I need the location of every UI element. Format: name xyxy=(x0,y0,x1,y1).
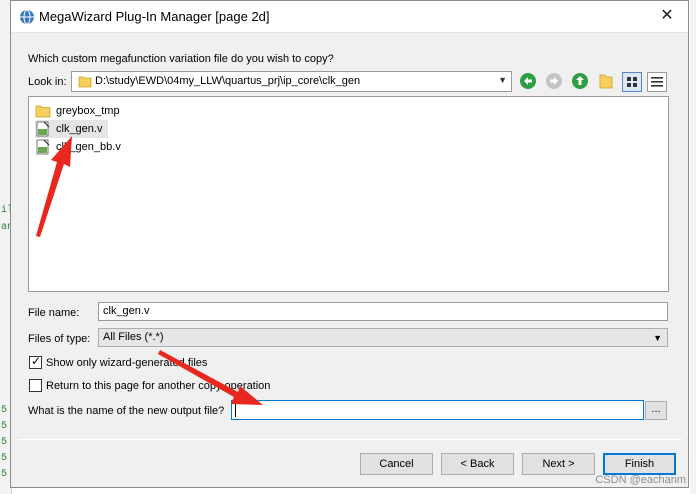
new-folder-icon[interactable] xyxy=(598,72,618,92)
file-name-text: clk_gen.v xyxy=(56,123,103,135)
output-file-input[interactable] xyxy=(231,400,644,420)
watermark: CSDN @eachanm xyxy=(595,474,686,486)
chevron-down-icon[interactable]: ▼ xyxy=(498,75,507,85)
show-only-wizard-checkbox[interactable] xyxy=(29,354,42,369)
back-button[interactable]: < Back xyxy=(441,453,514,475)
list-item[interactable]: greybox_tmp xyxy=(35,102,126,120)
background-text: 5 xyxy=(1,453,8,464)
return-to-page-label: Return to this page for another copy ope… xyxy=(46,380,271,392)
folder-icon xyxy=(35,103,51,119)
cancel-button[interactable]: Cancel xyxy=(360,453,433,475)
file-name-input[interactable]: clk_gen.v xyxy=(98,302,668,321)
finish-button[interactable]: Finish xyxy=(603,453,676,475)
look-in-label: Look in: xyxy=(28,76,67,88)
folder-icon xyxy=(78,75,92,91)
up-folder-icon[interactable] xyxy=(571,72,591,92)
return-to-page-checkbox[interactable] xyxy=(29,379,42,392)
list-item[interactable]: clk_gen_bb.v xyxy=(35,138,127,156)
files-of-type-select[interactable]: All Files (*.*) ▼ xyxy=(98,328,668,347)
list-view-icon[interactable] xyxy=(622,72,642,92)
forward-arrow-icon[interactable] xyxy=(545,72,565,92)
list-item[interactable]: clk_gen.v xyxy=(35,120,109,138)
background-text: 5 xyxy=(1,405,8,416)
file-name-text: greybox_tmp xyxy=(56,105,120,117)
background-text: 5 xyxy=(1,469,8,480)
files-of-type-label: Files of type: xyxy=(28,333,91,345)
back-arrow-icon[interactable] xyxy=(519,72,539,92)
file-name-label: File name: xyxy=(28,307,80,319)
background-text: 5 xyxy=(1,437,8,448)
megawizard-dialog: MegaWizard Plug-In Manager [page 2d] ✕ W… xyxy=(10,0,689,488)
close-icon[interactable]: ✕ xyxy=(656,6,678,26)
divider xyxy=(18,439,682,440)
file-list[interactable]: greybox_tmp clk_gen.v clk_gen_bb.v xyxy=(28,96,669,292)
verilog-file-icon xyxy=(35,121,51,137)
background-window-strip-right xyxy=(690,0,696,494)
details-view-icon[interactable] xyxy=(647,72,667,92)
next-button[interactable]: Next > xyxy=(522,453,595,475)
output-file-label: What is the name of the new output file? xyxy=(28,405,225,417)
files-of-type-value: All Files (*.*) xyxy=(103,331,164,343)
app-globe-icon xyxy=(19,9,35,28)
browse-button[interactable]: ... xyxy=(645,401,667,420)
background-text: 5 xyxy=(1,421,8,432)
title-bar: MegaWizard Plug-In Manager [page 2d] ✕ xyxy=(11,1,688,33)
look-in-path: D:\study\EWD\04my_LLW\quartus_prj\ip_cor… xyxy=(95,75,361,87)
text-caret xyxy=(235,404,236,417)
chevron-down-icon: ▼ xyxy=(653,333,662,343)
verilog-file-icon xyxy=(35,139,51,155)
file-name-text: clk_gen_bb.v xyxy=(56,141,121,153)
look-in-combo[interactable]: D:\study\EWD\04my_LLW\quartus_prj\ip_cor… xyxy=(71,71,512,92)
show-only-wizard-label: Show only wizard-generated files xyxy=(46,357,208,369)
copy-prompt: Which custom megafunction variation file… xyxy=(28,53,334,65)
window-title: MegaWizard Plug-In Manager [page 2d] xyxy=(39,9,270,24)
